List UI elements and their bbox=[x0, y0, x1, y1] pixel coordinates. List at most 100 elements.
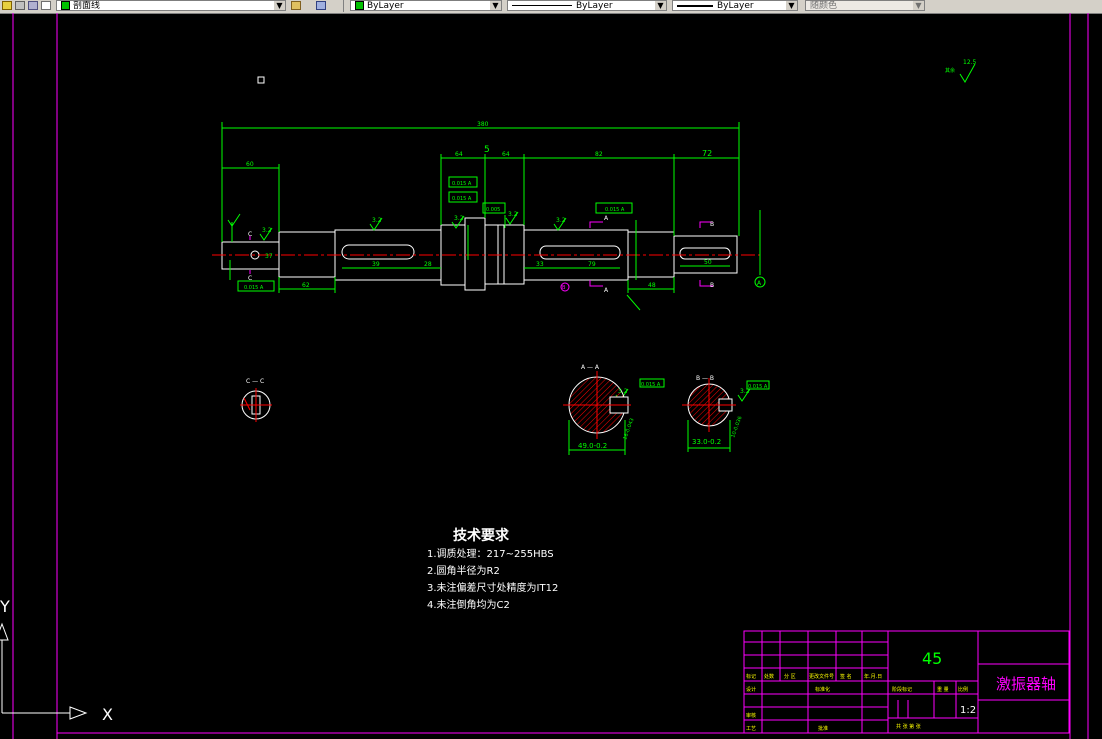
roughness-5: 3.2 bbox=[262, 227, 272, 234]
plotstyle-control-dropdown[interactable]: 随颜色 ▼ bbox=[805, 0, 925, 11]
drawing-frame bbox=[12, 13, 1089, 739]
datum-a-label: A bbox=[757, 280, 762, 287]
properties-toolbar: 剖面线 ▼ ByLayer ▼ ByLayer ▼ ByLayer ▼ 随颜色 … bbox=[0, 0, 1102, 14]
tb-h-sign: 签 名 bbox=[840, 673, 852, 680]
dim-60: 60 bbox=[246, 161, 254, 168]
shaft-main-view bbox=[221, 217, 738, 291]
lock-icon[interactable] bbox=[28, 1, 38, 10]
roughness-7: 3.2 bbox=[740, 388, 750, 395]
roughness-2: 3.2 bbox=[556, 217, 566, 224]
layer-color-swatch bbox=[61, 1, 70, 10]
tb-h-ratio: 比例 bbox=[958, 686, 968, 693]
tol-2: 0.015 A bbox=[452, 196, 472, 202]
color-swatch bbox=[355, 1, 364, 10]
dim-64b: 64 bbox=[502, 151, 510, 158]
datum-b-label: B bbox=[562, 285, 566, 291]
lineweight-sample bbox=[677, 4, 713, 7]
make-current-layer-icon[interactable] bbox=[291, 1, 301, 10]
pickbox-square bbox=[257, 76, 265, 84]
roughness-4: 3.2 bbox=[454, 215, 464, 222]
tb-h-review: 审核 bbox=[746, 712, 756, 719]
dim-82: 82 bbox=[595, 151, 603, 158]
material-label: 45 bbox=[922, 649, 942, 668]
roughness-general: 12.5 bbox=[963, 59, 977, 66]
roughness-3: 3.2 bbox=[508, 211, 518, 218]
chevron-down-icon[interactable]: ▼ bbox=[655, 1, 666, 10]
dim-39: 39 bbox=[372, 261, 380, 268]
tb-h-date: 年.月.日 bbox=[864, 673, 882, 680]
aa-dimension-2: 16-0.043 bbox=[622, 418, 635, 441]
dim-28: 28 bbox=[424, 261, 432, 268]
tb-h-weight: 重 量 bbox=[937, 686, 949, 693]
dim-48: 48 bbox=[648, 282, 656, 289]
tol-4: 0.015 A bbox=[605, 207, 625, 213]
tech-req-line-1: 1.调质处理：217~255HBS bbox=[427, 548, 554, 560]
tol-3: 0.005 bbox=[486, 207, 500, 213]
tb-h-std: 标准化 bbox=[815, 686, 830, 693]
chevron-down-icon[interactable]: ▼ bbox=[490, 1, 501, 10]
tb-h-design: 设计 bbox=[746, 686, 756, 693]
color-value: ByLayer bbox=[367, 1, 404, 11]
tb-h-craft: 工艺 bbox=[746, 726, 756, 732]
chevron-down-icon[interactable]: ▼ bbox=[786, 1, 797, 10]
dim-79: 79 bbox=[588, 261, 596, 268]
section-b-b-label: B — B bbox=[696, 375, 714, 382]
tech-req-line-4: 4.未注倒角均为C2 bbox=[427, 598, 510, 611]
ucs-y-label: Y bbox=[0, 597, 10, 616]
tol-1: 0.015 A bbox=[452, 181, 472, 187]
dim-total: 380 bbox=[477, 121, 489, 128]
part-name: 激振器轴 bbox=[996, 675, 1056, 693]
layer-previous-icon[interactable] bbox=[316, 1, 326, 10]
roughness-rest-label: 其余 bbox=[945, 67, 955, 74]
lineweight-value: ByLayer bbox=[717, 1, 754, 11]
tb-h-zone: 分 区 bbox=[784, 673, 796, 680]
dim-64a: 64 bbox=[455, 151, 463, 158]
cut-label-c1: C bbox=[248, 231, 252, 238]
color-control-dropdown[interactable]: ByLayer ▼ bbox=[350, 0, 502, 11]
roughness-1: 3.2 bbox=[372, 217, 382, 224]
tech-req-title: 技术要求 bbox=[453, 527, 510, 544]
dim-50: 50 bbox=[704, 259, 712, 266]
tol-6: 0.015 A bbox=[641, 382, 661, 388]
tech-req-line-3: 3.未注偏差尺寸处精度为IT12 bbox=[427, 581, 558, 594]
dim-5: 5 bbox=[484, 145, 490, 155]
roughness-6: 3.2 bbox=[618, 388, 628, 395]
tb-h-sheets: 共 张 第 张 bbox=[896, 723, 921, 730]
tol-7: 0.015 A bbox=[748, 384, 768, 390]
cut-label-a1: A bbox=[604, 215, 609, 222]
layer-color-icon[interactable] bbox=[41, 1, 51, 10]
keyway-1 bbox=[341, 244, 415, 260]
dim-33: 33 bbox=[536, 261, 544, 268]
tol-5: 0.015 A bbox=[244, 285, 264, 291]
tb-h-stage: 阶段标记 bbox=[892, 686, 912, 693]
cut-label-a2: A bbox=[604, 287, 609, 294]
ucs-x-label: X bbox=[102, 705, 113, 724]
cut-label-c2: C bbox=[248, 275, 252, 282]
layer-state-icon[interactable] bbox=[2, 1, 12, 10]
chevron-down-icon[interactable]: ▼ bbox=[274, 1, 285, 10]
keyway-3 bbox=[679, 247, 731, 260]
section-c-c-label: C — C bbox=[246, 378, 264, 385]
tb-h-approve: 批准 bbox=[818, 725, 828, 732]
dim-62: 62 bbox=[302, 282, 310, 289]
section-c-c bbox=[240, 388, 272, 422]
tb-h-docno: 更改文件号 bbox=[809, 673, 834, 680]
lineweight-control-dropdown[interactable]: ByLayer ▼ bbox=[672, 0, 798, 11]
dim-37: 37 bbox=[265, 253, 273, 260]
bb-dimension-1: 33.0-0.2 bbox=[692, 438, 721, 446]
plotstyle-value: 随颜色 bbox=[810, 1, 838, 11]
chevron-down-icon[interactable]: ▼ bbox=[913, 1, 924, 10]
tb-h-mark: 标记 bbox=[746, 673, 756, 680]
tb-h-count: 处数 bbox=[764, 673, 774, 680]
drawing-canvas[interactable]: 380 60 64 5 64 82 72 62 48 39 28 79 50 3… bbox=[0, 13, 1102, 739]
layer-dropdown[interactable]: 剖面线 ▼ bbox=[56, 0, 286, 11]
cut-label-b2: B bbox=[710, 282, 714, 289]
keyway-2 bbox=[539, 245, 621, 260]
roughness-symbols bbox=[227, 63, 976, 402]
section-a-a-label: A — A bbox=[581, 364, 600, 371]
tech-req-line-2: 2.圆角半径为R2 bbox=[427, 564, 500, 577]
freeze-icon[interactable] bbox=[15, 1, 25, 10]
linetype-value: ByLayer bbox=[576, 1, 613, 11]
linetype-control-dropdown[interactable]: ByLayer ▼ bbox=[507, 0, 667, 11]
toolbar-separator bbox=[343, 0, 344, 12]
